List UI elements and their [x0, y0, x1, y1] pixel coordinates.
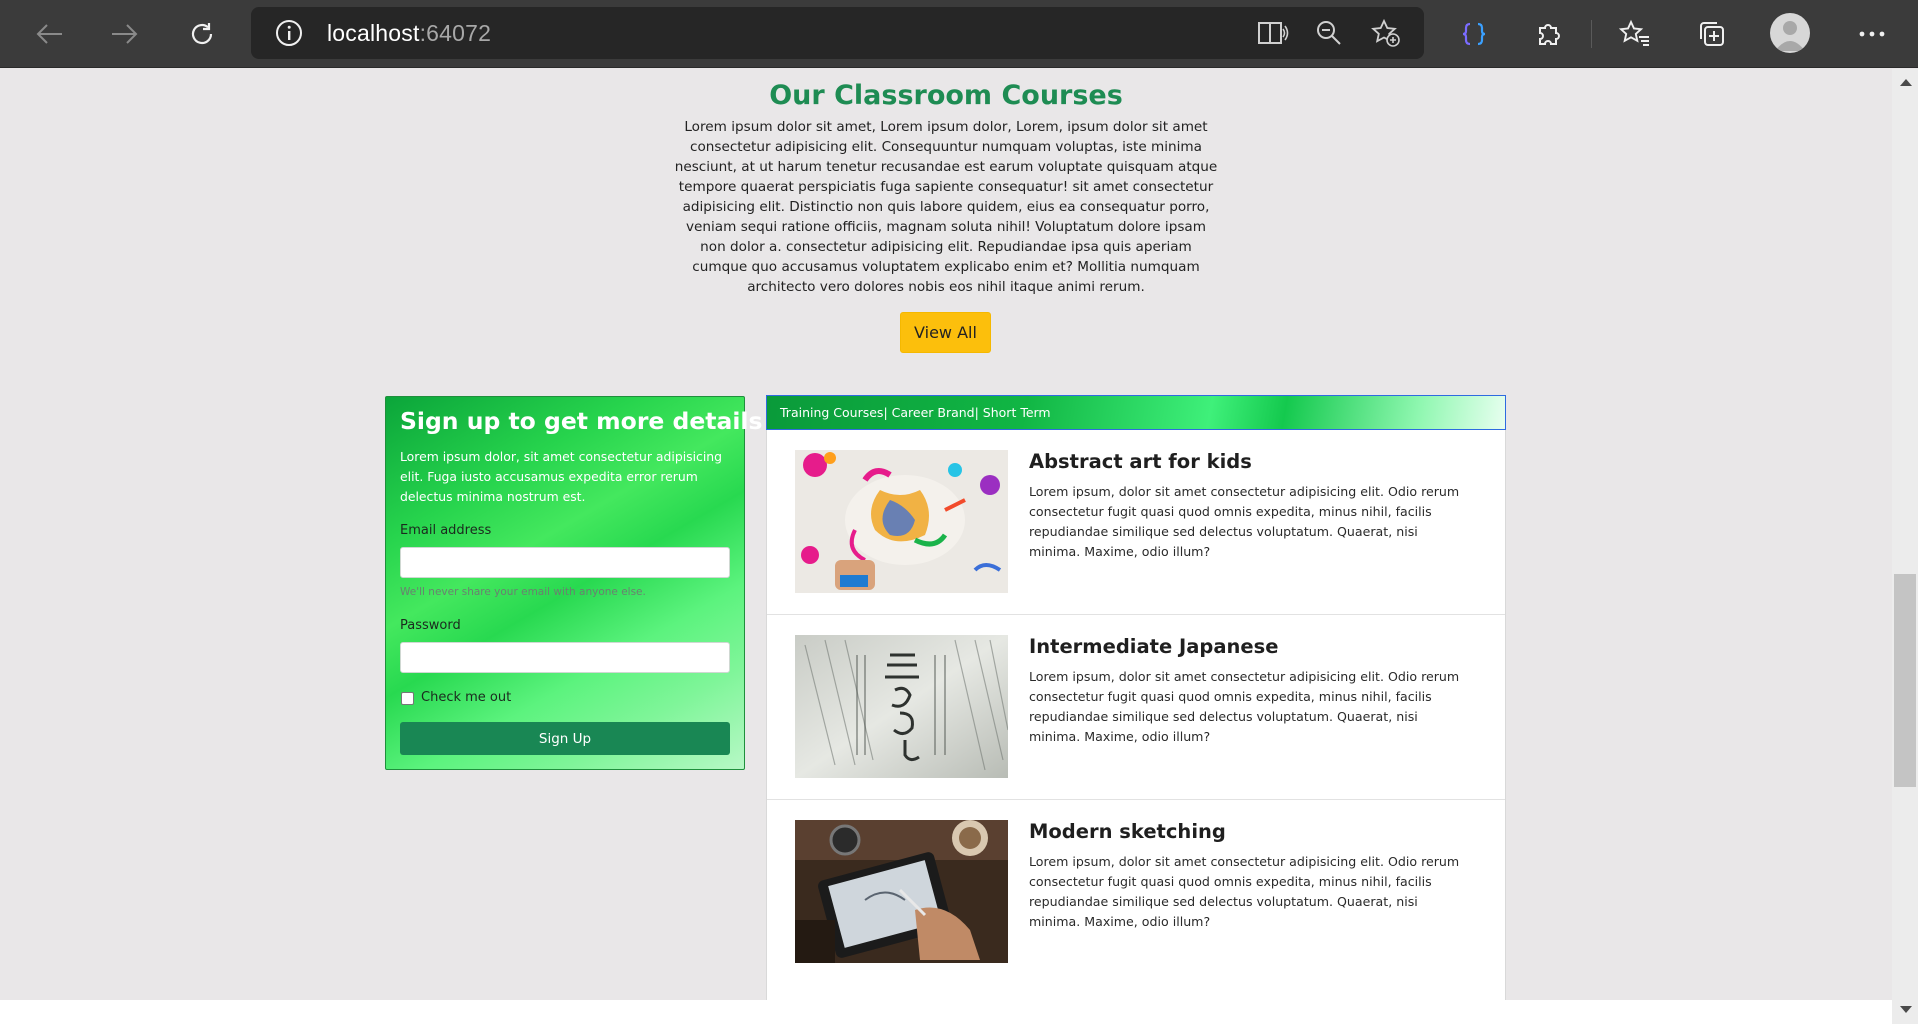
page-bottom-strip [0, 1000, 1892, 1024]
course-description: Lorem ipsum, dolor sit amet consectetur … [1029, 854, 1460, 929]
profile-avatar[interactable] [1770, 13, 1810, 53]
course-item[interactable]: Modern sketching Lorem ipsum, dolor sit … [767, 800, 1505, 985]
url-text[interactable]: localhost:64072 [327, 20, 491, 47]
browser-toolbar: localhost:64072 [0, 0, 1918, 68]
course-description: Lorem ipsum, dolor sit amet consectetur … [1029, 484, 1460, 559]
course-title[interactable]: Abstract art for kids [1029, 450, 1252, 473]
check-me-out-checkbox[interactable] [401, 692, 414, 705]
url-port: :64072 [419, 20, 492, 46]
braces-extension-icon[interactable] [1452, 12, 1496, 56]
scroll-down-arrow-icon[interactable] [1900, 1006, 1912, 1013]
section-title: Our Classroom Courses [769, 80, 1123, 111]
email-help-text: We'll never share your email with anyone… [400, 586, 646, 598]
sign-up-button[interactable]: Sign Up [400, 722, 730, 755]
scrollbar-thumb[interactable] [1894, 574, 1916, 787]
read-aloud-icon[interactable] [1251, 11, 1295, 55]
password-field[interactable] [400, 642, 730, 673]
course-description: Lorem ipsum, dolor sit amet consectetur … [1029, 669, 1460, 744]
url-host: localhost [327, 20, 420, 46]
view-all-button[interactable]: View All [900, 312, 991, 353]
course-image-sketching[interactable] [795, 820, 1008, 963]
more-menu-icon[interactable] [1850, 12, 1894, 56]
puzzle-icon[interactable] [1527, 12, 1571, 56]
vertical-scrollbar[interactable] [1892, 69, 1918, 1024]
section-description: Lorem ipsum dolor sit amet, Lorem ipsum … [674, 119, 1218, 295]
check-me-out-label[interactable]: Check me out [421, 690, 511, 705]
favorites-icon[interactable] [1613, 12, 1657, 56]
signup-title: Sign up to get more details [400, 407, 763, 435]
email-label: Email address [400, 523, 492, 538]
course-list-card: Training Courses| Career Brand| Short Te… [766, 395, 1506, 1000]
back-arrow-icon[interactable] [27, 12, 71, 56]
collections-icon[interactable] [1690, 12, 1734, 56]
zoom-out-icon[interactable] [1307, 11, 1351, 55]
course-image-japanese[interactable] [795, 635, 1008, 778]
email-field[interactable] [400, 547, 730, 578]
add-favorite-icon[interactable] [1363, 11, 1407, 55]
password-label: Password [400, 618, 461, 633]
scroll-up-arrow-icon[interactable] [1900, 79, 1912, 86]
toolbar-divider [1591, 20, 1592, 48]
course-item[interactable]: Intermediate Japanese Lorem ipsum, dolor… [767, 615, 1505, 800]
course-title[interactable]: Intermediate Japanese [1029, 635, 1278, 658]
info-icon[interactable] [267, 11, 311, 55]
course-item[interactable]: Abstract art for kids Lorem ipsum, dolor… [767, 430, 1505, 615]
page-viewport: Our Classroom Courses Lorem ipsum dolor … [0, 69, 1892, 1000]
address-bar[interactable]: localhost:64072 [251, 7, 1424, 59]
forward-arrow-icon[interactable] [103, 12, 147, 56]
signup-card: Sign up to get more details Lorem ipsum … [385, 396, 762, 770]
course-title[interactable]: Modern sketching [1029, 820, 1226, 843]
refresh-icon[interactable] [180, 12, 224, 56]
course-image-abstract-art[interactable] [795, 450, 1008, 593]
signup-description: Lorem ipsum dolor, sit amet consectetur … [400, 449, 723, 504]
course-list-header: Training Courses| Career Brand| Short Te… [766, 395, 1506, 430]
